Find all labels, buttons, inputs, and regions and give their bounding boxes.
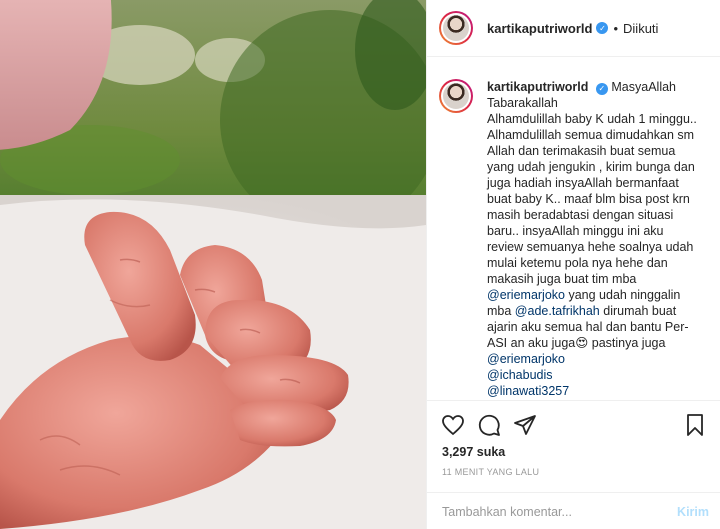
comments-section[interactable]: kartikaputriworld ✓ MasyaAllah Tabarakal… [427, 57, 720, 400]
post-timestamp[interactable]: 11 MENIT YANG LALU [442, 467, 539, 477]
caption-body: kartikaputriworld ✓ MasyaAllah Tabarakal… [487, 79, 701, 399]
post-comment-button[interactable]: Kirim [677, 505, 709, 519]
separator-dot: • [613, 20, 619, 36]
caption-text: MasyaAllah Tabarakallah Alhamdulillah ba… [487, 80, 697, 286]
post-photo[interactable] [0, 0, 426, 529]
mention-link[interactable]: @ade.tafrikhah [515, 304, 600, 318]
caption-username-link[interactable]: kartikaputriworld [487, 80, 588, 94]
avatar-image [443, 15, 469, 41]
avatar-image [443, 83, 469, 109]
post-side-panel: kartikaputriworld ✓ • Diikuti kartikaput… [426, 0, 720, 529]
following-button[interactable]: Diikuti [623, 21, 658, 36]
post-header: kartikaputriworld ✓ • Diikuti [427, 0, 720, 57]
comment-icon[interactable] [477, 413, 501, 437]
share-icon[interactable] [513, 413, 537, 437]
avatar[interactable] [439, 11, 473, 45]
caption: kartikaputriworld ✓ MasyaAllah Tabarakal… [439, 79, 709, 399]
mention-link[interactable]: @ichabudis [487, 367, 701, 383]
caption-avatar[interactable] [439, 79, 473, 113]
mention-link[interactable]: @linawati3257 [487, 383, 701, 399]
post-actions: 3,297 suka 11 MENIT YANG LALU Kirim [427, 400, 720, 529]
comment-form: Kirim [427, 492, 720, 529]
bookmark-icon[interactable] [683, 413, 707, 437]
verified-check-icon: ✓ [596, 22, 609, 34]
instagram-post: kartikaputriworld ✓ • Diikuti kartikaput… [0, 0, 720, 529]
action-buttons [441, 413, 707, 437]
mention-link[interactable]: @eriemarjoko [487, 351, 701, 367]
heart-icon[interactable] [441, 413, 465, 437]
like-count[interactable]: 3,297 suka [442, 445, 505, 459]
baby-hand-photo [0, 0, 426, 529]
verified-check-icon: ✓ [595, 83, 608, 95]
mention-link[interactable]: @eriemarjoko [487, 288, 565, 302]
username-link[interactable]: kartikaputriworld [487, 21, 592, 36]
comment-input[interactable] [442, 504, 678, 519]
